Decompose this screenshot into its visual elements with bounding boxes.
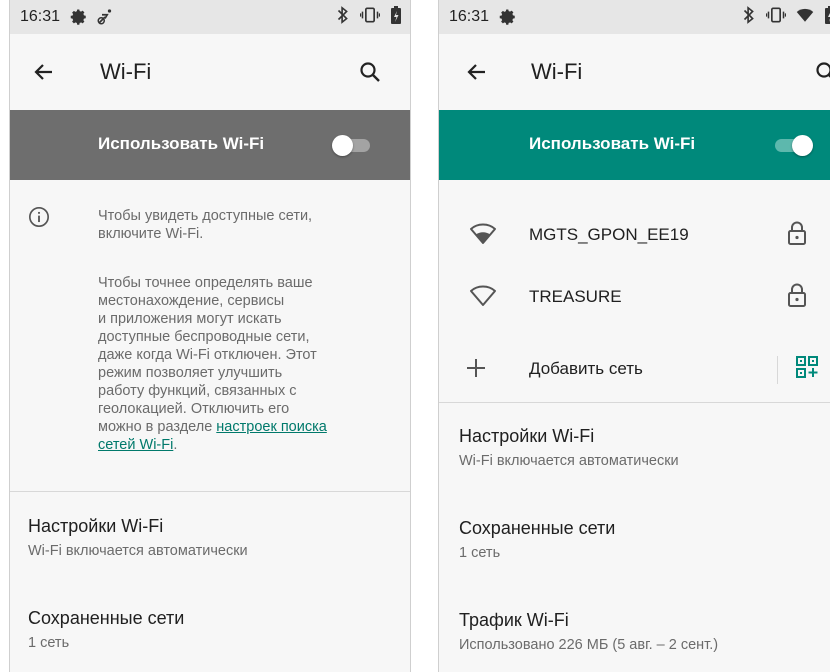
wifi-settings-screen-off: 16:31 Wi-Fi Использовать Wi-Fi Чтобы уви… bbox=[9, 0, 411, 672]
info-line-with-link: сетей Wi-Fi. bbox=[98, 436, 388, 454]
network-ssid: TREASURE bbox=[529, 287, 622, 306]
enable-wifi-hint: Чтобы увидеть доступные сети, включите W… bbox=[98, 207, 388, 243]
info-icon bbox=[28, 206, 50, 233]
lock-icon bbox=[786, 220, 808, 251]
search-icon[interactable] bbox=[358, 60, 382, 89]
pref-summary: 1 сеть bbox=[28, 635, 70, 651]
status-time: 16:31 bbox=[20, 8, 61, 25]
network-item[interactable]: MGTS_GPON_EE19 bbox=[439, 204, 830, 266]
wifi-signal-icon bbox=[796, 7, 814, 28]
scanning-settings-link[interactable]: настроек поиска bbox=[216, 419, 327, 435]
network-ssid: MGTS_GPON_EE19 bbox=[529, 225, 689, 244]
wifi-toggle-thumb bbox=[332, 135, 353, 156]
add-network-row[interactable]: Добавить сеть bbox=[439, 338, 830, 400]
vibrate-icon bbox=[765, 6, 787, 29]
use-wifi-switch-bar[interactable]: Использовать Wi-Fi bbox=[439, 110, 830, 180]
wifi-toggle-thumb bbox=[792, 135, 813, 156]
arrow-back-icon[interactable] bbox=[32, 60, 56, 89]
pref-title: Трафик Wi-Fi bbox=[459, 610, 569, 630]
pref-saved-networks[interactable]: Сохраненные сети 1 сеть bbox=[459, 518, 820, 561]
pref-summary: Wi-Fi включается автоматически bbox=[459, 453, 679, 469]
pref-summary: Использовано 226 МБ (5 авг. – 2 сент.) bbox=[459, 637, 719, 653]
pref-wifi-preferences[interactable]: Настройки Wi-Fi Wi-Fi включается автомат… bbox=[28, 516, 400, 559]
bluetooth-icon bbox=[742, 5, 756, 29]
accessibility-icon bbox=[96, 8, 114, 26]
pref-wifi-preferences[interactable]: Настройки Wi-Fi Wi-Fi включается автомат… bbox=[459, 426, 820, 469]
wifi-empty-icon bbox=[469, 284, 497, 313]
info-line: доступные беспроводные сети, bbox=[98, 329, 310, 345]
pref-title: Сохраненные сети bbox=[28, 608, 185, 628]
pref-summary: Wi-Fi включается автоматически bbox=[28, 543, 248, 559]
plus-icon bbox=[465, 357, 487, 384]
divider bbox=[439, 402, 830, 403]
info-line: и приложения могут искать bbox=[98, 311, 282, 327]
status-time: 16:31 bbox=[449, 8, 490, 25]
page-title: Wi-Fi bbox=[100, 59, 152, 84]
info-line: режим позволяет улучшить bbox=[98, 365, 283, 381]
status-right-icons bbox=[742, 0, 830, 34]
vertical-separator bbox=[777, 356, 778, 384]
scanning-settings-link-cont[interactable]: сетей Wi-Fi bbox=[98, 437, 173, 453]
gear-icon bbox=[499, 8, 517, 26]
divider bbox=[10, 491, 410, 492]
info-line: местонахождение, сервисы bbox=[98, 293, 285, 309]
bluetooth-icon bbox=[336, 5, 350, 29]
info-line: Чтобы увидеть доступные сети, bbox=[98, 208, 313, 224]
info-line-with-link: можно в разделе настроек поиска bbox=[98, 418, 388, 436]
info-line: даже когда Wi-Fi отключен. Этот bbox=[98, 347, 317, 363]
wifi-settings-screen-on: 16:31 Wi-Fi Использовать Wi-Fi MGTS_GPON… bbox=[438, 0, 830, 672]
search-icon[interactable] bbox=[814, 60, 830, 89]
status-bar: 16:31 bbox=[10, 0, 410, 34]
info-suffix: . bbox=[173, 437, 178, 453]
wifi-toggle[interactable] bbox=[773, 135, 813, 156]
pref-title: Сохраненные сети bbox=[459, 518, 616, 538]
use-wifi-switch-bar[interactable]: Использовать Wi-Fi bbox=[10, 110, 410, 180]
network-item[interactable]: TREASURE bbox=[439, 266, 830, 328]
pref-saved-networks[interactable]: Сохраненные сети 1 сеть bbox=[28, 608, 400, 651]
gear-icon bbox=[70, 8, 88, 26]
battery-icon bbox=[824, 5, 830, 30]
pref-title: Настройки Wi-Fi bbox=[28, 516, 164, 536]
battery-icon bbox=[390, 5, 402, 30]
page-title: Wi-Fi bbox=[531, 59, 583, 84]
info-line: можно в разделе bbox=[98, 419, 217, 435]
info-line: Чтобы точнее определять ваше bbox=[98, 275, 313, 291]
add-network-label: Добавить сеть bbox=[529, 359, 643, 378]
scanning-info: Чтобы точнее определять ваше местонахожд… bbox=[98, 274, 388, 454]
app-bar: Wi-Fi bbox=[10, 34, 410, 110]
wifi-strong-icon bbox=[469, 222, 497, 251]
use-wifi-label: Использовать Wi-Fi bbox=[529, 134, 696, 153]
app-bar: Wi-Fi bbox=[439, 34, 830, 110]
use-wifi-label: Использовать Wi-Fi bbox=[98, 134, 265, 153]
lock-icon bbox=[786, 282, 808, 313]
info-line: включите Wi-Fi. bbox=[98, 226, 204, 242]
pref-title: Настройки Wi-Fi bbox=[459, 426, 595, 446]
status-right-icons bbox=[336, 0, 402, 34]
arrow-back-icon[interactable] bbox=[465, 60, 489, 89]
info-line: геолокацией. Отключить его bbox=[98, 401, 290, 417]
pref-summary: 1 сеть bbox=[459, 545, 501, 561]
vibrate-icon bbox=[359, 6, 381, 29]
status-bar: 16:31 bbox=[439, 0, 830, 34]
pref-wifi-data-usage[interactable]: Трафик Wi-Fi Использовано 226 МБ (5 авг.… bbox=[459, 610, 820, 653]
info-line: работу функций, связанных с bbox=[98, 383, 297, 399]
wifi-toggle[interactable] bbox=[332, 135, 372, 156]
qr-code-icon[interactable] bbox=[796, 356, 818, 383]
